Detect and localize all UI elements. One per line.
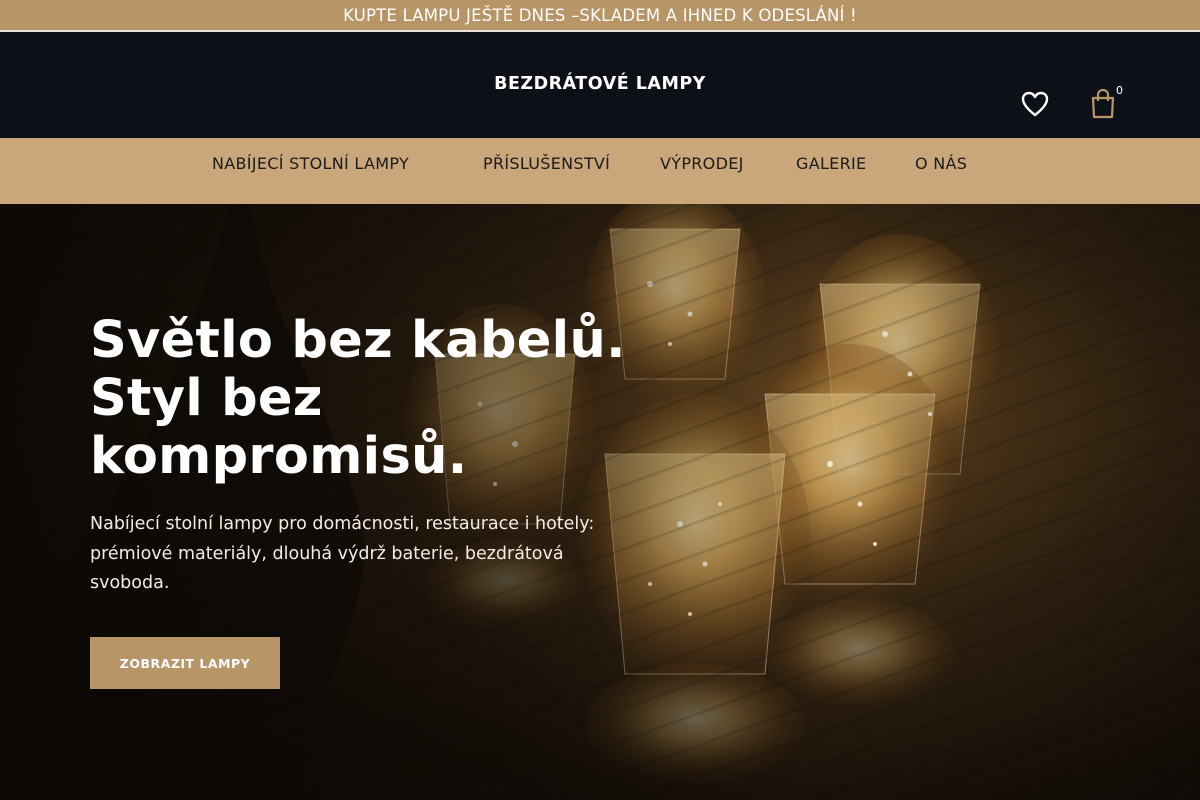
nav-item-o-nas[interactable]: O NÁS [915,154,967,173]
hero-subtitle: Nabíjecí stolní lampy pro domácnosti, re… [90,514,595,593]
shopping-bag-icon [1091,88,1115,119]
hero-overlay [0,204,1200,800]
promo-bar: KUPTE LAMPU JEŠTĚ DNES –SKLADEM A IHNED … [0,0,1200,32]
hero-section: Světlo bez kabelů. Styl bez kompromisů. … [0,204,1200,800]
promo-text: KUPTE LAMPU JEŠTĚ DNES –SKLADEM A IHNED … [343,5,857,25]
nav-item-prislusenstvi[interactable]: PŘÍSLUŠENSTVÍ [483,154,610,173]
site-header: BEZDRÁTOVÉ LAMPY 0 [0,34,1200,138]
hero-title: Světlo bez kabelů. Styl bez kompromisů. [90,311,626,486]
nav-item-galerie[interactable]: GALERIE [796,154,866,173]
show-lamps-button[interactable]: ZOBRAZIT LAMPY [90,637,280,689]
nav-item-vyprodej[interactable]: VÝPRODEJ [660,154,744,173]
nav-item-stolni-lampy[interactable]: NABÍJECÍ STOLNÍ LAMPY [212,154,409,173]
wishlist-button[interactable] [1020,90,1054,120]
cart-count-badge: 0 [1116,84,1123,97]
main-nav: NABÍJECÍ STOLNÍ LAMPY PŘÍSLUŠENSTVÍ VÝPR… [0,138,1200,204]
heart-icon [1021,91,1049,117]
